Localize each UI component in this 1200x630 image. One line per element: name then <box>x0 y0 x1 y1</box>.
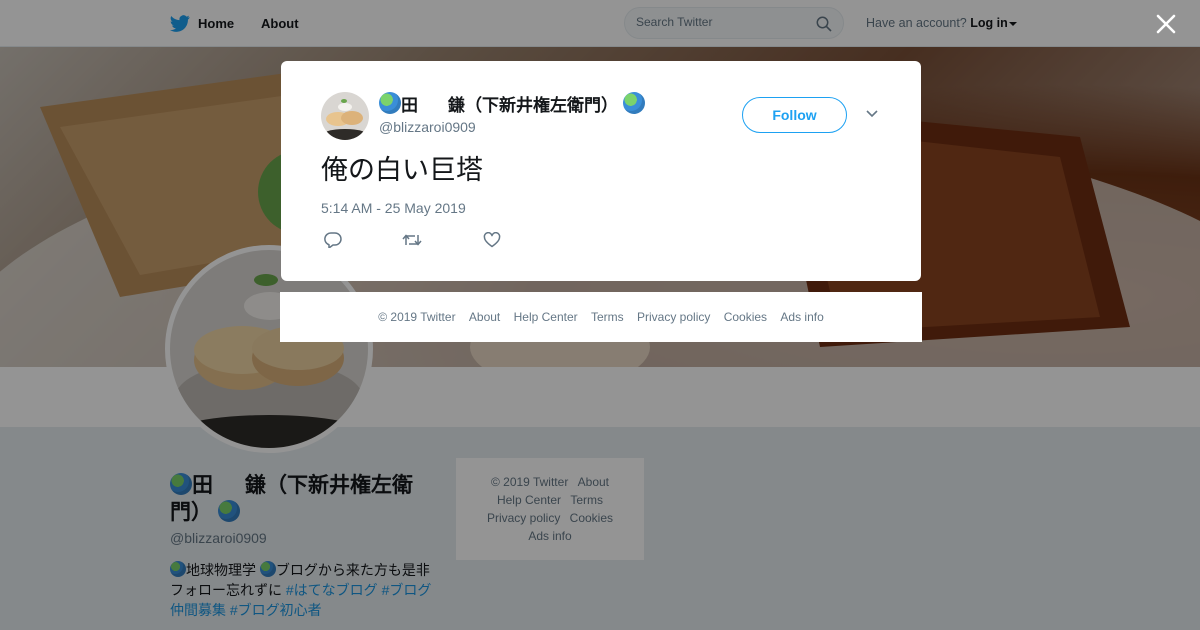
tweet-author-handle[interactable]: @blizzaroi0909 <box>379 119 476 135</box>
modal-footer-link-terms[interactable]: Terms <box>591 310 624 324</box>
modal-footer-link-about[interactable]: About <box>469 310 500 324</box>
tweet-author-name[interactable]: 田 鎌（下新井権左衛門） <box>379 92 645 117</box>
modal-footer-copyright: © 2019 Twitter <box>378 310 456 324</box>
retweet-icon[interactable] <box>402 232 422 248</box>
tweet-timestamp[interactable]: 5:14 AM - 25 May 2019 <box>321 200 466 216</box>
modal-footer-link-cookies[interactable]: Cookies <box>724 310 767 324</box>
globe-emoji-icon <box>379 92 401 114</box>
reply-icon[interactable] <box>324 232 342 248</box>
heart-icon[interactable] <box>483 232 501 248</box>
close-icon[interactable] <box>1152 10 1180 38</box>
tweet-author-avatar[interactable] <box>321 92 369 140</box>
modal-footer-link-help[interactable]: Help Center <box>514 310 578 324</box>
author-name-prefix: 田 <box>401 96 418 115</box>
modal-footer-link-ads[interactable]: Ads info <box>780 310 823 324</box>
follow-button[interactable]: Follow <box>742 97 847 133</box>
tweet-modal: 田 鎌（下新井権左衛門） @blizzaroi0909 Follow 俺の白い巨塔… <box>281 61 921 281</box>
chevron-down-icon[interactable] <box>865 109 879 119</box>
author-name-main: 鎌（下新井権左衛門） <box>448 96 618 115</box>
modal-footer-link-privacy[interactable]: Privacy policy <box>637 310 710 324</box>
tweet-text: 俺の白い巨塔 <box>321 155 483 185</box>
modal-footer: © 2019 Twitter About Help Center Terms P… <box>280 292 922 342</box>
globe-emoji-icon <box>622 92 645 114</box>
avatar-photo <box>321 92 369 140</box>
